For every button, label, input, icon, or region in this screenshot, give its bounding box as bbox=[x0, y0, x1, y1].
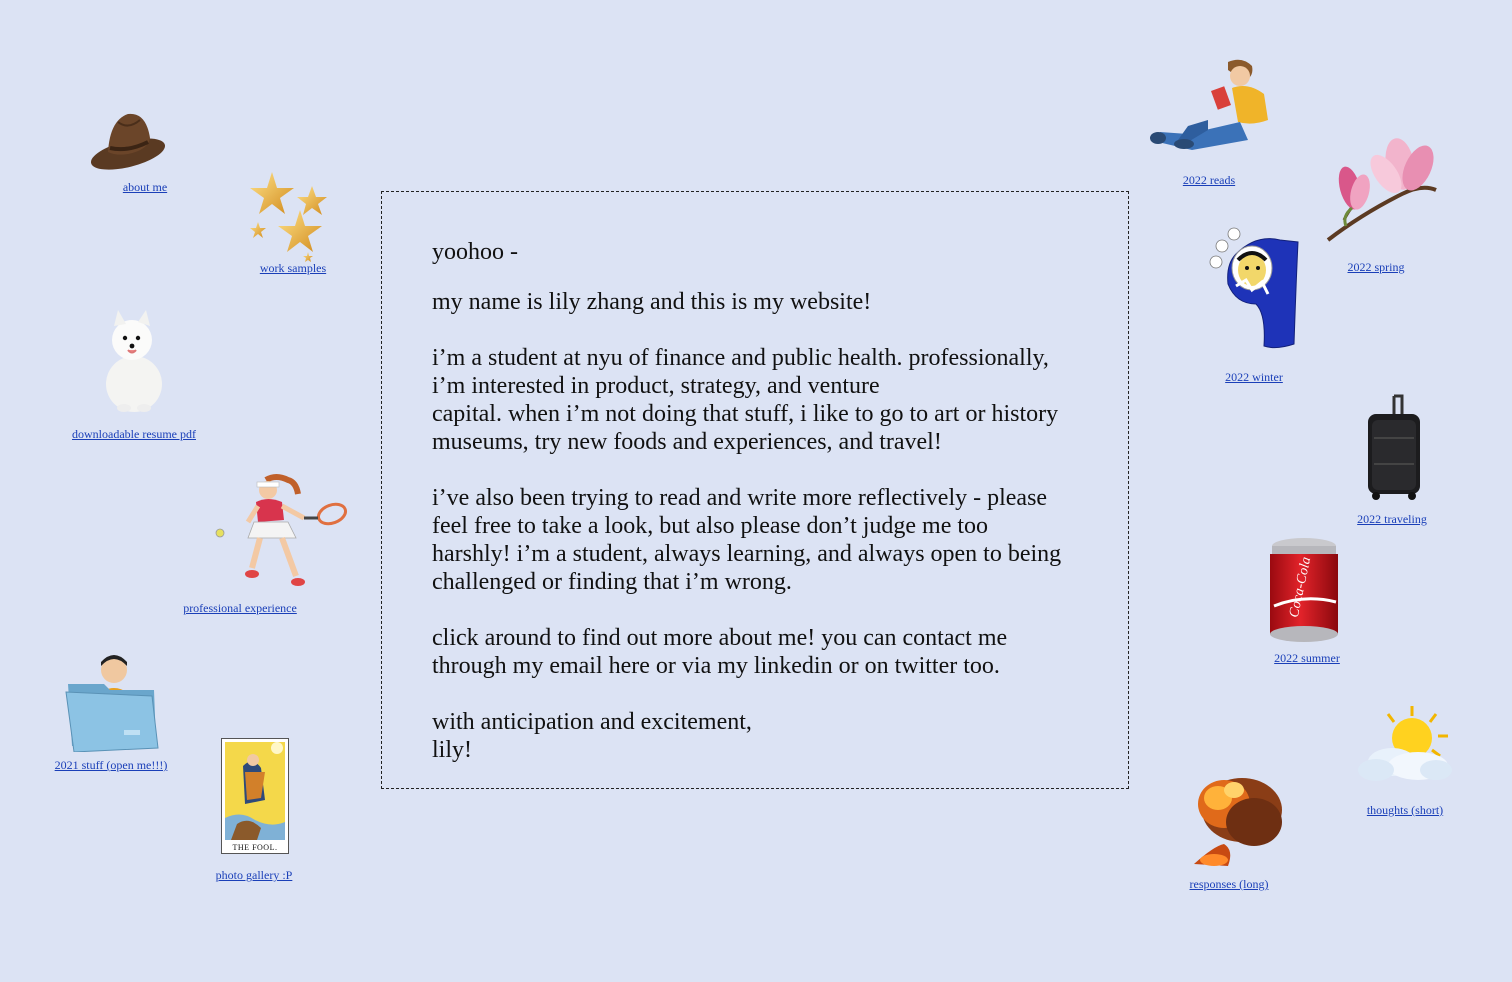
letter-line: feel free to take a look, but also pleas… bbox=[432, 513, 989, 539]
sun-cloud-icon[interactable] bbox=[1356, 704, 1454, 786]
spring-2022-link[interactable]: 2022 spring bbox=[1348, 260, 1405, 275]
resume-link[interactable]: downloadable resume pdf bbox=[72, 427, 196, 442]
letter-line: i’m interested in product, strategy, and… bbox=[432, 373, 880, 399]
letter-signoff: with anticipation and excitement, lily! bbox=[432, 708, 1078, 764]
about-me-link[interactable]: about me bbox=[123, 180, 167, 195]
letter-closing: with anticipation and excitement, bbox=[432, 709, 752, 735]
letter-line: harshly! i’m a student, always learning,… bbox=[432, 541, 1062, 567]
letter-line: museums, try new foods and experiences, … bbox=[432, 429, 942, 455]
professional-experience-link[interactable]: professional experience bbox=[183, 601, 297, 616]
summer-2022-link[interactable]: 2022 summer bbox=[1274, 651, 1340, 666]
folder-person-icon[interactable] bbox=[64, 654, 160, 752]
gold-stars-icon[interactable] bbox=[248, 170, 330, 262]
work-samples-link[interactable]: work samples bbox=[260, 261, 326, 276]
letter-line: capital. when i’m not doing that stuff, … bbox=[432, 401, 1059, 427]
stuff-2021-link[interactable]: 2021 stuff (open me!!!) bbox=[55, 758, 168, 773]
suitcase-icon[interactable] bbox=[1364, 394, 1424, 502]
letter-paragraph-2: i’ve also been trying to read and write … bbox=[432, 484, 1078, 596]
letter-line: i’ve also been trying to read and write … bbox=[432, 485, 1048, 511]
letter-paragraph-3: click around to find out more about me! … bbox=[432, 624, 1078, 680]
letter-paragraph-1: i’m a student at nyu of finance and publ… bbox=[432, 344, 1078, 456]
tarot-card-icon[interactable] bbox=[221, 738, 289, 854]
photo-gallery-link[interactable]: photo gallery :P bbox=[216, 868, 293, 883]
thoughts-short-link[interactable]: thoughts (short) bbox=[1367, 803, 1443, 818]
soda-can-icon[interactable]: Coca-Cola bbox=[1266, 536, 1342, 646]
welcome-letter: yoohoo - my name is lily zhang and this … bbox=[381, 191, 1129, 789]
letter-line: click around to find out more about me! … bbox=[432, 625, 1008, 651]
letter-line: through my email here or via my linkedin… bbox=[432, 653, 1000, 679]
winter-parka-icon[interactable] bbox=[1206, 224, 1302, 352]
tennis-player-icon[interactable] bbox=[212, 472, 350, 588]
magnolia-flower-icon[interactable] bbox=[1322, 134, 1442, 244]
responses-long-link[interactable]: responses (long) bbox=[1190, 877, 1269, 892]
white-dog-icon[interactable] bbox=[98, 308, 168, 414]
letter-line: challenged or finding that i’m wrong. bbox=[432, 569, 792, 595]
winter-2022-link[interactable]: 2022 winter bbox=[1225, 370, 1283, 385]
letter-line: i’m a student at nyu of finance and publ… bbox=[432, 345, 1049, 371]
tarot-card-label: THE FOOL. bbox=[232, 843, 278, 852]
reading-person-icon[interactable] bbox=[1148, 56, 1274, 156]
cowboy-hat-icon[interactable] bbox=[88, 108, 174, 174]
reads-2022-link[interactable]: 2022 reads bbox=[1183, 173, 1235, 188]
letter-intro: my name is lily zhang and this is my web… bbox=[432, 289, 872, 315]
letter-signature: lily! bbox=[432, 737, 472, 763]
traveling-2022-link[interactable]: 2022 traveling bbox=[1357, 512, 1427, 527]
explosion-icon[interactable] bbox=[1184, 770, 1294, 870]
letter-greeting: yoohoo - bbox=[432, 239, 518, 265]
